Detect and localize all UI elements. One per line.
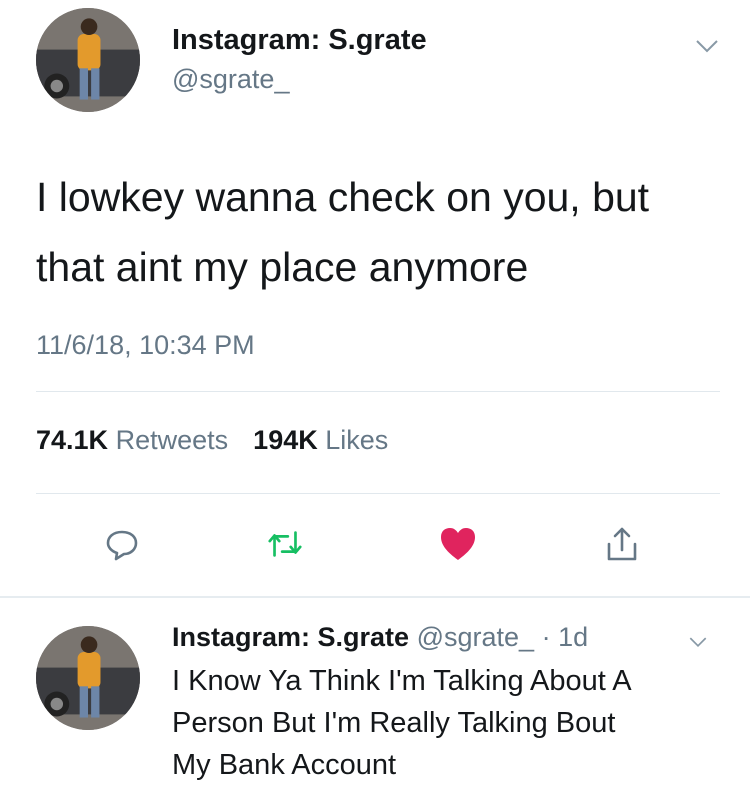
reply-handle[interactable]: @sgrate_	[417, 622, 534, 652]
chevron-down-icon[interactable]	[688, 635, 708, 649]
reply-button[interactable]	[102, 524, 142, 564]
reply-text-line-3: My Bank Account	[172, 749, 397, 781]
reply-text-line-2: Person But I'm Really Talking Bout	[172, 707, 616, 739]
reply-display-name[interactable]: Instagram: S.grate	[172, 622, 409, 652]
avatar-photo	[36, 626, 140, 730]
divider	[36, 391, 720, 392]
like-button[interactable]	[438, 524, 478, 564]
retweets-count: 74.1K	[36, 425, 109, 455]
avatar-photo	[36, 8, 140, 112]
reply-icon	[106, 530, 138, 561]
reply-separator: ·	[541, 622, 551, 652]
divider	[36, 493, 720, 494]
handle[interactable]: @sgrate_	[172, 64, 289, 95]
reply-header: Instagram: S.grate @sgrate_ · 1d	[172, 622, 588, 653]
display-name[interactable]: Instagram: S.grate	[172, 24, 427, 57]
share-button[interactable]	[602, 524, 642, 564]
retweet-icon	[268, 531, 302, 557]
likes-stat[interactable]: 194K Likes	[253, 425, 388, 455]
reply-text-line-1: I Know Ya Think I'm Talking About A	[172, 665, 632, 697]
likes-label: Likes	[325, 425, 389, 455]
tweet-text-line-1: I lowkey wanna check on you, but	[36, 174, 650, 220]
section-separator	[0, 596, 750, 598]
tweet-stats: 74.1K Retweets 194K Likes	[36, 425, 388, 456]
reply-age[interactable]: 1d	[558, 622, 588, 652]
retweets-label: Retweets	[115, 425, 229, 455]
retweet-button[interactable]	[265, 524, 305, 564]
share-icon	[607, 527, 637, 561]
timestamp[interactable]: 11/6/18, 10:34 PM	[36, 330, 255, 361]
retweets-stat[interactable]: 74.1K Retweets	[36, 425, 236, 455]
tweet-text-line-2: that aint my place anymore	[36, 244, 529, 290]
chevron-down-icon[interactable]	[694, 38, 720, 54]
like-heart-icon	[441, 528, 475, 560]
avatar[interactable]	[36, 8, 140, 112]
likes-count: 194K	[253, 425, 318, 455]
reply-avatar[interactable]	[36, 626, 140, 730]
